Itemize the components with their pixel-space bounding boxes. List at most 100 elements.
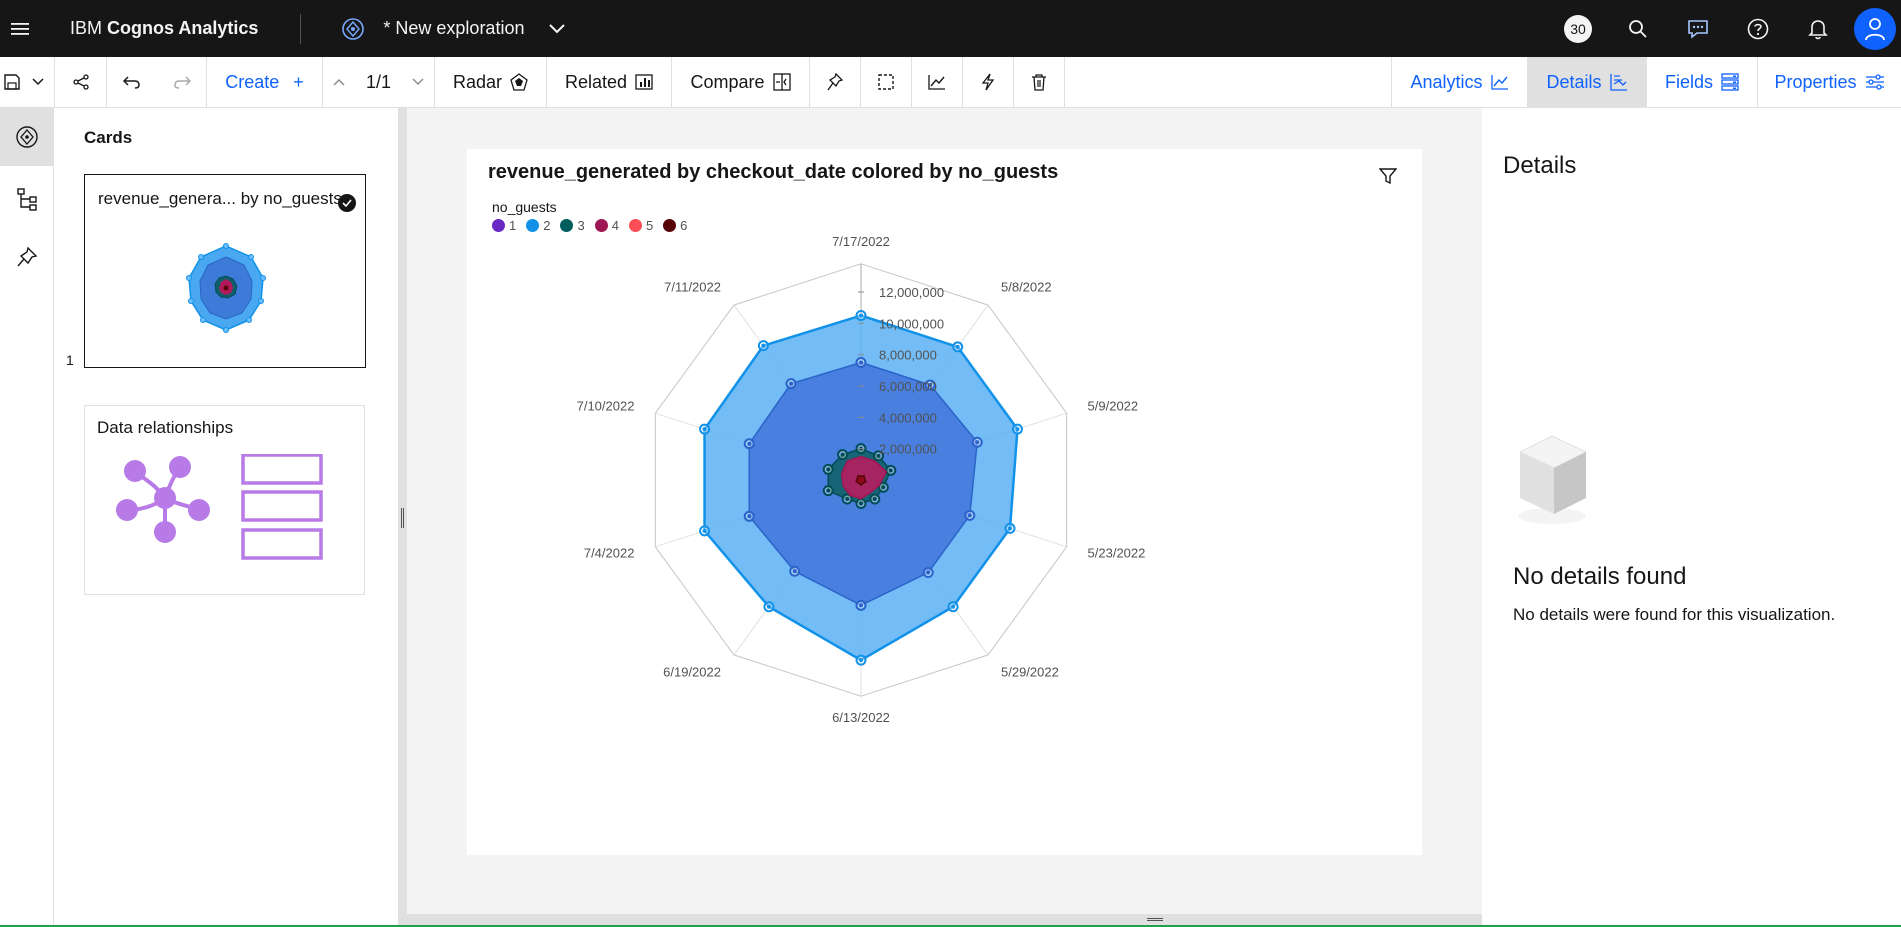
splitter-grip[interactable] — [401, 508, 404, 528]
chevron-down-icon[interactable] — [546, 18, 568, 40]
radial-tick-label: 10,000,000 — [879, 316, 944, 331]
previous-card-chevron-icon[interactable] — [333, 78, 345, 86]
data-point-dot — [872, 497, 877, 502]
card-data-relationships[interactable]: Data relationships — [84, 405, 365, 595]
trend-icon[interactable] — [912, 57, 963, 107]
compare-label: Compare — [690, 71, 765, 92]
share-icon[interactable] — [55, 57, 107, 107]
empty-box-icon — [1518, 435, 1588, 524]
horizontal-splitter-grip[interactable] — [1147, 918, 1163, 921]
axis-label: 7/4/2022 — [584, 546, 635, 561]
notification-bell-icon[interactable] — [1788, 0, 1848, 57]
card-2-label: Data relationships — [97, 418, 234, 437]
data-point-dot — [845, 497, 850, 502]
create-button[interactable]: Create + — [207, 57, 323, 107]
data-point-dot — [792, 569, 797, 574]
data-point-dot — [955, 344, 960, 349]
create-label: Create — [225, 71, 280, 92]
undo-icon[interactable] — [107, 57, 157, 107]
data-point-dot — [766, 604, 771, 609]
data-point-dot — [859, 658, 863, 663]
axis-label: 6/13/2022 — [832, 710, 890, 725]
radar-label: Radar — [452, 71, 503, 92]
cards-nav-icon[interactable] — [0, 108, 53, 166]
data-point-dot — [975, 440, 980, 445]
redo-icon[interactable] — [157, 57, 207, 107]
save-icon[interactable] — [0, 57, 24, 107]
data-point-dot — [747, 441, 752, 446]
data-point-dot — [789, 381, 794, 386]
delete-trash-icon[interactable] — [1014, 57, 1065, 107]
tab-properties[interactable]: Properties — [1757, 57, 1901, 107]
insights-lightning-icon[interactable] — [963, 57, 1014, 107]
related-icon — [635, 74, 653, 90]
data-point-dot — [859, 313, 863, 318]
left-rail — [0, 108, 54, 927]
card-1-radar-thumbnail — [186, 243, 266, 333]
user-avatar-icon[interactable] — [1854, 7, 1896, 50]
empty-state-title: No details found — [1513, 563, 1687, 590]
related-label: Related — [564, 71, 628, 92]
radial-tick-label: 8,000,000 — [879, 348, 937, 363]
radar-chart-icon — [510, 73, 528, 91]
data-point-dot — [859, 360, 863, 365]
search-icon[interactable] — [1608, 0, 1668, 57]
data-point-dot — [881, 485, 886, 490]
brand-name: Cognos Analytics — [107, 18, 259, 38]
next-card-chevron-icon[interactable] — [412, 78, 424, 86]
axis-label: 5/23/2022 — [1088, 546, 1146, 561]
tab-details[interactable]: Details — [1527, 57, 1646, 107]
data-point-dot — [761, 343, 766, 348]
data-point-dot — [702, 427, 707, 432]
fields-icon — [1721, 73, 1739, 91]
select-area-icon[interactable] — [861, 57, 912, 107]
card-pager: 1/1 — [323, 57, 435, 107]
data-point-dot — [888, 468, 893, 473]
details-chart-icon — [1609, 73, 1628, 91]
radial-tick-label: 4,000,000 — [879, 410, 937, 425]
data-tree-icon[interactable] — [0, 170, 53, 228]
page-indicator: 1/1 — [365, 71, 392, 92]
tab-fields-label: Fields — [1664, 71, 1713, 92]
data-relationships-illustration — [116, 454, 323, 560]
related-button[interactable]: Related — [547, 57, 672, 107]
data-point-dot — [951, 604, 956, 609]
radar-chart[interactable]: 2,000,000 4,000,000 6,000,000 8,000,000 10,0… — [467, 149, 1422, 855]
tab-fields[interactable]: Fields — [1646, 57, 1757, 107]
assistant-chat-icon[interactable] — [1668, 0, 1728, 57]
pin-icon[interactable] — [810, 57, 861, 107]
top-divider — [300, 13, 302, 44]
analytics-icon — [1490, 74, 1509, 90]
tab-details-label: Details — [1546, 71, 1602, 92]
pins-icon[interactable] — [0, 228, 53, 286]
data-point-dot — [826, 467, 831, 472]
data-point-dot — [926, 570, 931, 575]
brand-prefix: IBM — [70, 18, 103, 38]
app-brand[interactable]: IBM Cognos Analytics — [70, 18, 258, 39]
data-point-dot — [859, 603, 863, 608]
tab-analytics[interactable]: Analytics — [1391, 57, 1527, 107]
data-point-dot — [747, 514, 752, 519]
axis-label: 5/29/2022 — [1001, 665, 1059, 680]
radar-button[interactable]: Radar — [435, 57, 547, 107]
data-point-dot — [967, 513, 972, 518]
axis-label: 7/10/2022 — [577, 398, 635, 413]
help-icon[interactable] — [1728, 0, 1788, 57]
axis-label: 5/9/2022 — [1088, 398, 1139, 413]
menu-icon[interactable] — [0, 0, 40, 57]
card-1-label: revenue_genera... by no_guests — [98, 189, 342, 208]
save-menu-chevron-icon[interactable] — [24, 57, 55, 107]
compare-button[interactable]: Compare — [672, 57, 810, 107]
cards-panel-title: Cards — [84, 128, 133, 147]
axis-label: 6/19/2022 — [663, 665, 721, 680]
toolbar: Create + 1/1 Radar Related Compare Analy… — [0, 57, 1901, 108]
checkmark-icon — [338, 194, 356, 212]
create-plus-icon: + — [293, 71, 304, 92]
chart-card[interactable]: revenue_generated by checkout_date color… — [467, 149, 1422, 855]
radial-tick-label: 12,000,000 — [879, 285, 944, 300]
properties-sliders-icon — [1865, 74, 1885, 90]
card-thumbnail-1[interactable]: revenue_genera... by no_guests — [84, 174, 366, 368]
notification-count-button[interactable]: 30 — [1548, 0, 1608, 57]
data-point-dot — [826, 488, 831, 493]
exploration-title[interactable]: * New exploration — [383, 18, 524, 39]
